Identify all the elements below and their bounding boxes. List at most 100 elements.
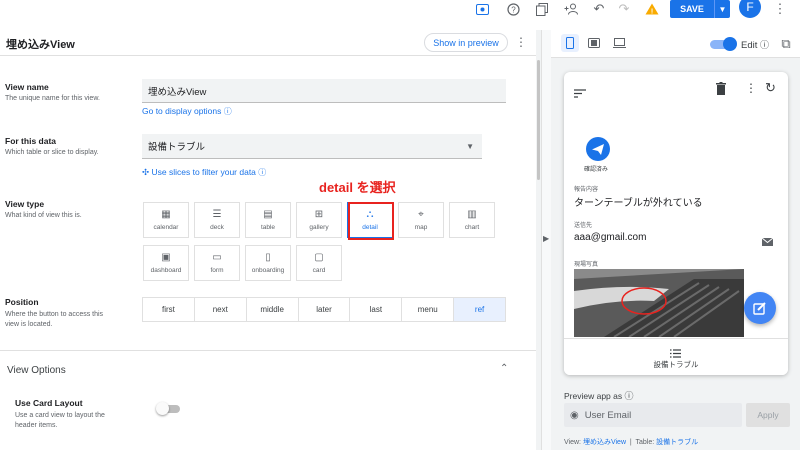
detail-highlight-box	[348, 202, 394, 240]
view-type-map[interactable]: ⌖ map	[398, 202, 444, 238]
editor-scrollbar-thumb[interactable]	[537, 60, 540, 180]
display-options-link[interactable]: Go to display options ⓘ	[142, 106, 232, 117]
position-option-first[interactable]: first	[143, 298, 195, 321]
display-options-link-label: Go to display options	[142, 106, 222, 116]
site-photo[interactable]	[574, 269, 744, 337]
edit-fab[interactable]	[744, 292, 776, 324]
view-type-label: deck	[210, 224, 224, 231]
position-options: first next middle later last menu ref	[142, 297, 506, 322]
info-icon[interactable]: ⓘ	[760, 40, 769, 50]
view-type-chart[interactable]: ▥ chart	[449, 202, 495, 238]
send-icon[interactable]	[586, 137, 610, 161]
position-option-later[interactable]: later	[299, 298, 351, 321]
view-type-table[interactable]: ▤ table	[245, 202, 291, 238]
info-icon: ⓘ	[258, 168, 267, 177]
for-this-data-desc: Which table or slice to display.	[5, 149, 99, 156]
table-icon: ▤	[263, 209, 273, 220]
save-button[interactable]: SAVE	[670, 0, 714, 18]
phone-device-icon[interactable]	[561, 34, 579, 52]
delete-icon[interactable]	[716, 82, 726, 98]
view-type-label: calendar	[153, 224, 179, 231]
view-name-label: View name	[5, 82, 49, 92]
email-icon[interactable]	[761, 233, 774, 251]
onboarding-icon: ▯	[265, 252, 271, 263]
preview-as-label: Preview app as ⓘ	[564, 389, 634, 402]
preview-icon[interactable]	[473, 0, 491, 18]
more-vert-icon[interactable]: ⋮	[745, 81, 757, 95]
edit-toggle-knob[interactable]	[723, 37, 737, 51]
info-icon[interactable]: ⓘ	[625, 391, 634, 401]
card-layout-desc-2: header items.	[15, 422, 58, 429]
page-title: 埋め込みView	[6, 39, 75, 51]
user-email-input[interactable]: ◉ User Email	[564, 403, 742, 427]
view-type-label: onboarding	[251, 267, 285, 274]
position-option-last[interactable]: last	[350, 298, 403, 321]
sort-icon[interactable]	[574, 85, 586, 103]
view-type-dashboard[interactable]: ▣ dashboard	[143, 245, 189, 281]
info-icon: ⓘ	[223, 107, 232, 116]
edit-label-text: Edit	[741, 40, 758, 51]
position-option-ref[interactable]: ref	[454, 298, 506, 321]
tablet-device-icon[interactable]	[585, 34, 603, 52]
user-email-placeholder: User Email	[584, 409, 632, 421]
view-type-deck[interactable]: ☰ deck	[194, 202, 240, 238]
more-vert-icon[interactable]: ⋮	[771, 0, 789, 18]
position-desc-1: Where the button to access this	[5, 311, 104, 318]
map-icon: ⌖	[418, 209, 424, 220]
position-option-middle[interactable]: middle	[247, 298, 299, 321]
position-desc-2: view is located.	[5, 321, 53, 328]
footer-table-link[interactable]: 設備トラブル	[656, 439, 698, 446]
section-divider	[0, 350, 536, 351]
redo-icon[interactable]: ↷	[615, 0, 633, 18]
view-type-label: table	[260, 224, 276, 231]
view-type-card[interactable]: ▢ card	[296, 245, 342, 281]
gallery-icon: ⊞	[314, 209, 324, 220]
more-vert-icon[interactable]: ⋮	[515, 35, 527, 49]
data-source-select[interactable]: 設備トラブル ▼	[142, 134, 482, 159]
chevron-up-icon[interactable]: ⌃	[500, 363, 508, 374]
add-person-icon[interactable]	[562, 0, 580, 18]
view-type-gallery[interactable]: ⊞ gallery	[296, 202, 342, 238]
position-option-menu[interactable]: menu	[402, 298, 455, 321]
refresh-icon[interactable]: ↻	[765, 80, 776, 96]
slices-link[interactable]: ✣ Use slices to filter your data ⓘ	[142, 167, 266, 178]
footer-separator: |	[629, 439, 632, 446]
warning-icon[interactable]: !	[643, 0, 661, 18]
deck-icon: ☰	[212, 209, 222, 220]
view-type-calendar[interactable]: ▦ calendar	[143, 202, 189, 238]
footer-view-prefix: View:	[564, 439, 581, 446]
view-type-desc: What kind of view this is.	[5, 212, 82, 219]
view-options-title[interactable]: View Options	[7, 365, 66, 376]
view-name-input[interactable]: 埋め込みView	[142, 79, 506, 103]
dropdown-arrow-icon: ▼	[466, 141, 474, 151]
field-label: 報告内容	[574, 187, 599, 193]
show-in-preview-button[interactable]: Show in preview	[424, 33, 508, 52]
position-option-next[interactable]: next	[195, 298, 247, 321]
copy-icon[interactable]	[533, 0, 551, 18]
confirmed-action-label: 確認済み	[584, 167, 609, 173]
view-type-label: form	[210, 267, 224, 274]
panel-collapse-handle[interactable]: ▶	[541, 30, 551, 450]
avatar[interactable]: F	[739, 0, 761, 18]
view-type-label: gallery	[309, 224, 329, 231]
view-type-label: card	[312, 267, 326, 274]
field-value: aaa@gmail.com	[574, 232, 647, 243]
field-value: ターンテーブルが外れている	[574, 198, 703, 209]
sparkle-icon: ✣	[142, 167, 150, 177]
save-dropdown-button[interactable]: ▼	[714, 0, 730, 18]
view-type-onboarding[interactable]: ▯ onboarding	[245, 245, 291, 281]
footer-view-link[interactable]: 埋め込みView	[583, 439, 626, 446]
desktop-device-icon[interactable]	[610, 34, 628, 52]
data-source-value: 設備トラブル	[148, 142, 206, 153]
bottom-nav-label[interactable]: 設備トラブル	[564, 359, 788, 370]
open-external-icon[interactable]: ⧉	[777, 35, 795, 53]
view-type-form[interactable]: ▭ form	[194, 245, 240, 281]
field-label: 送信先	[574, 223, 593, 229]
card-layout-toggle-knob[interactable]	[156, 402, 169, 415]
for-this-data-label: For this data	[5, 136, 57, 146]
undo-icon[interactable]: ↶	[590, 0, 608, 18]
chevron-right-icon[interactable]: ▶	[543, 234, 549, 243]
bottom-nav: 設備トラブル	[564, 338, 788, 375]
help-icon[interactable]: ?	[504, 0, 522, 18]
apply-button[interactable]: Apply	[746, 403, 790, 427]
